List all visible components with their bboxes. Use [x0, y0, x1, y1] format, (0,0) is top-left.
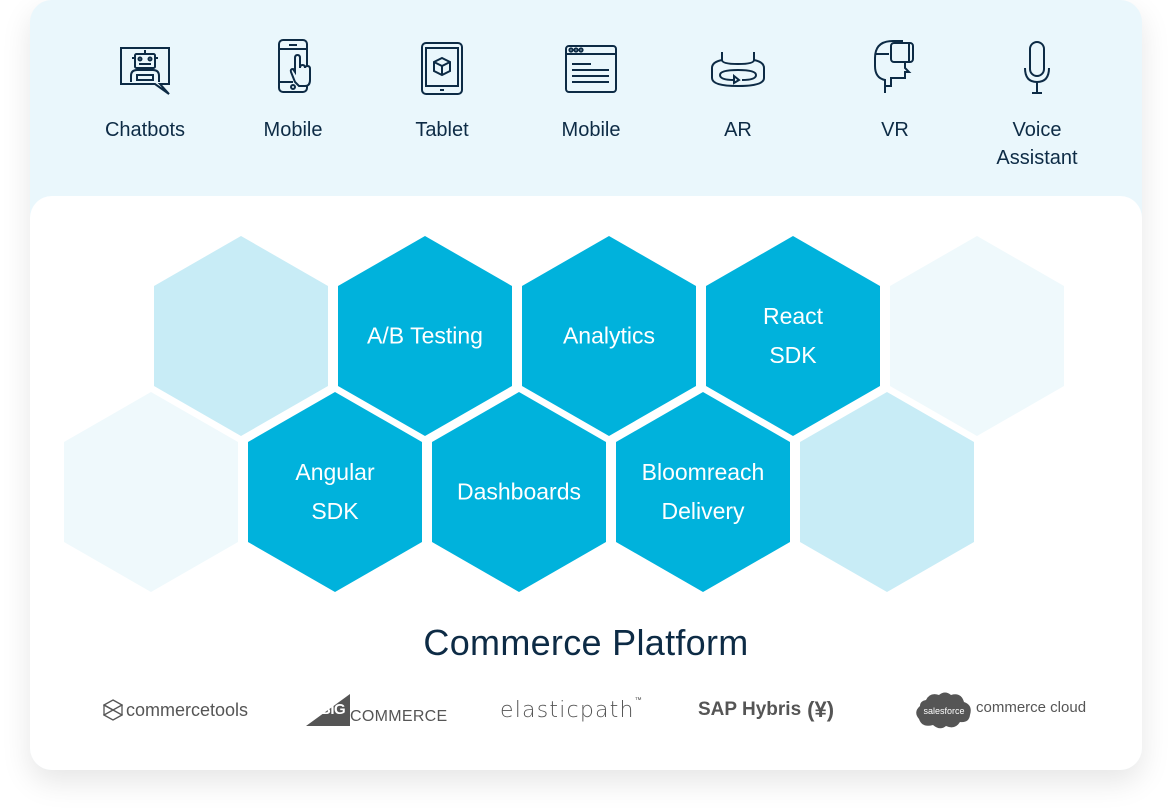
hex-label-a-b-testing: A/B Testing — [338, 317, 512, 356]
tablet-icon — [421, 42, 463, 95]
channel-mobile: Mobile — [223, 38, 363, 144]
channel-label: Mobile — [263, 119, 323, 141]
hex-label-bloomreach-delivery: Bloomreach Delivery — [616, 453, 790, 531]
vr-headset-icon — [874, 40, 914, 93]
channel-label: AR — [724, 119, 752, 141]
hex-label-line: Angular — [295, 459, 375, 485]
hybris-mark-icon: (¥) — [807, 697, 835, 722]
platform-title: Commerce Platform — [423, 622, 749, 663]
hex-label-analytics: Analytics — [522, 317, 696, 356]
channel-tablet: Tablet — [372, 38, 512, 144]
hex-label-line: React — [762, 303, 824, 329]
hex-label-line: Analytics — [562, 322, 656, 349]
channel-voice-assistant: Voice Assistant — [967, 38, 1107, 172]
hex-label-line: Bloomreach — [641, 459, 765, 485]
logo-bigcommerce: BIG COMMERCE — [306, 685, 448, 735]
channel-label: Voice Assistant — [996, 119, 1078, 169]
logo-commercetools: commercetools — [103, 685, 248, 735]
channel-chatbots: Chatbots — [75, 38, 215, 144]
channel-label: Chatbots — [104, 119, 186, 141]
salesforce-cloud-icon: salesforce — [916, 692, 971, 729]
hex-label-line: SDK — [311, 498, 359, 524]
channel-label: VR — [881, 119, 909, 141]
hex-label-line: Dashboards — [456, 478, 582, 505]
browser-window-icon — [565, 45, 617, 93]
ar-icon — [711, 52, 765, 88]
logo-salesforce-commerce-cloud: salesforce commerce cloud — [914, 685, 1086, 735]
channel-vr: VR — [825, 38, 965, 144]
hex-label-line: Delivery — [661, 498, 745, 524]
hex-label-dashboards: Dashboards — [432, 473, 606, 512]
channel-label: Mobile — [561, 119, 621, 141]
microphone-icon — [1024, 41, 1050, 94]
hex-label-angular-sdk: Angular SDK — [248, 453, 422, 531]
logo-elasticpath: elasticpath ™ — [500, 697, 642, 723]
mobile-touch-icon — [278, 39, 311, 93]
channel-ar: AR — [668, 38, 808, 144]
hex-label-react-sdk: React SDK — [706, 297, 880, 375]
channel-mobile-web: Mobile — [521, 38, 661, 144]
chatbot-icon — [120, 47, 170, 95]
svg-text:salesforce: salesforce — [923, 706, 964, 716]
channels-row: Chatbots Mobile Tablet Mobile AR VR Voic… — [30, 0, 1142, 196]
channel-label: Tablet — [415, 119, 469, 141]
logo-sap-hybris: SAP Hybris (¥) — [698, 697, 835, 722]
hex-label-line: SDK — [769, 342, 817, 368]
commercetools-icon — [103, 699, 123, 721]
platform-logos: commercetools BIG COMMERCE elasticpath ™… — [0, 685, 1172, 735]
hex-label-line: A/B Testing — [367, 322, 483, 349]
